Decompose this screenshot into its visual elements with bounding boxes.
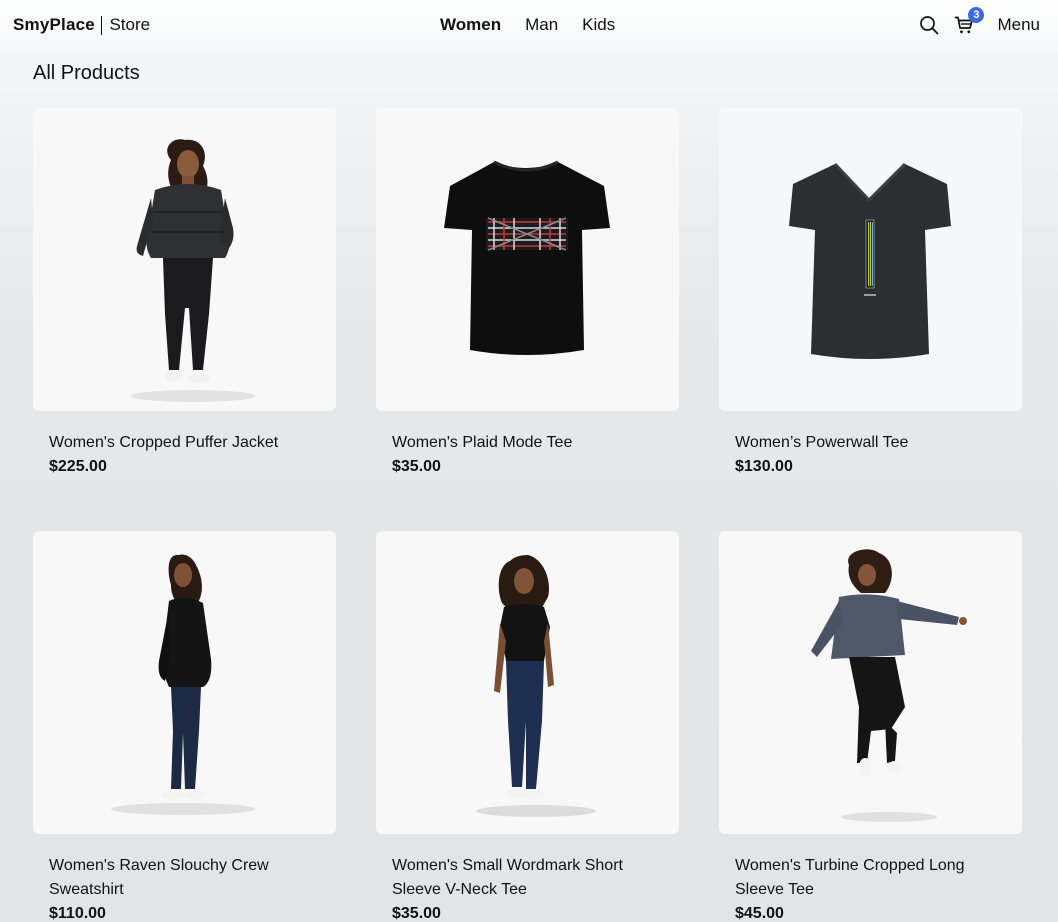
black-tee-plaid-illustration: [444, 160, 610, 355]
store-label: Store: [109, 15, 151, 34]
product-name[interactable]: Women's Cropped Puffer Jacket: [49, 431, 320, 455]
product-name[interactable]: Women’s Powerwall Tee: [735, 431, 1006, 455]
product-price: $35.00: [392, 458, 441, 475]
search-button[interactable]: [917, 13, 941, 37]
product-name[interactable]: Women's Small Wordmark Short Sleeve V-Ne…: [392, 854, 663, 902]
product-price: $225.00: [49, 458, 107, 475]
product-card[interactable]: Women's Small Wordmark Short Sleeve V-Ne…: [376, 531, 679, 922]
nav-item-women[interactable]: Women: [440, 15, 501, 35]
product-price: $35.00: [392, 905, 441, 922]
search-icon: [920, 16, 939, 35]
product-price: $110.00: [49, 905, 106, 922]
category-nav: Women Man Kids: [440, 14, 615, 36]
nav-item-kids[interactable]: Kids: [582, 15, 615, 35]
product-price: $45.00: [735, 905, 784, 922]
header-actions: 3 Menu: [917, 7, 1040, 40]
product-name[interactable]: Women's Raven Slouchy Crew Sweatshirt: [49, 854, 320, 902]
product-image[interactable]: [376, 531, 679, 834]
top-navigation-bar: SmyPlace Store Women Man Kids 3 Menu: [0, 0, 1058, 50]
model-gray-longsleeve-illustration: [811, 549, 967, 822]
product-card[interactable]: Women's Raven Slouchy Crew Sweatshirt $1…: [33, 531, 336, 922]
product-price: $130.00: [735, 458, 793, 475]
brand-name: SmyPlace: [13, 15, 95, 34]
product-card[interactable]: Women's Turbine Cropped Long Sleeve Tee …: [719, 531, 1022, 922]
product-grid: Women's Cropped Puffer Jacket $225.00 Wo…: [33, 108, 1022, 922]
cart-count-badge: 3: [968, 7, 985, 23]
product-card[interactable]: Women’s Powerwall Tee $130.00: [719, 108, 1022, 531]
product-name[interactable]: Women's Plaid Mode Tee: [392, 431, 663, 455]
page-title: All Products: [33, 62, 140, 84]
charcoal-tee-stripe-illustration: [789, 162, 951, 359]
model-vneck-jeans-illustration: [476, 555, 596, 817]
product-card[interactable]: Women's Cropped Puffer Jacket $225.00: [33, 108, 336, 531]
model-black-sweatshirt-illustration: [111, 554, 255, 815]
product-name[interactable]: Women's Turbine Cropped Long Sleeve Tee: [735, 854, 1006, 902]
store-logo[interactable]: SmyPlace Store: [13, 14, 150, 36]
nav-item-man[interactable]: Man: [525, 15, 558, 35]
menu-button[interactable]: Menu: [997, 15, 1040, 35]
product-card[interactable]: Women's Plaid Mode Tee $35.00: [376, 108, 679, 531]
logo-divider: [100, 15, 103, 35]
product-image[interactable]: [33, 108, 336, 411]
product-image[interactable]: [33, 531, 336, 834]
model-puffer-jacket-illustration: [131, 139, 255, 402]
product-image[interactable]: [719, 531, 1022, 834]
product-image[interactable]: [376, 108, 679, 411]
cart-button[interactable]: 3: [952, 7, 985, 37]
product-image[interactable]: [719, 108, 1022, 411]
